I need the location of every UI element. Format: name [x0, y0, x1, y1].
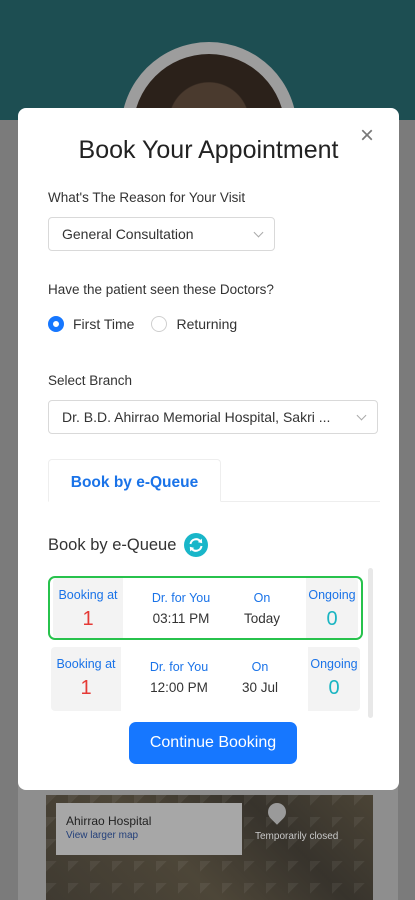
chevron-down-icon — [356, 410, 367, 421]
doctor-time-cell: Dr. for You 12:00 PM — [140, 647, 218, 711]
radio-first-time-label: First Time — [73, 316, 135, 332]
on-day-cell: On Today — [232, 578, 292, 638]
ongoing-number: 0 — [326, 608, 338, 630]
patient-seen-radio-group: First Time Returning — [48, 316, 254, 332]
booking-number: 1 — [80, 677, 92, 699]
booking-at-cell: Booking at 1 — [53, 578, 123, 638]
radio-returning[interactable]: Returning — [151, 316, 237, 332]
booking-at-cell: Booking at 1 — [51, 647, 121, 711]
doctor-time: 03:11 PM — [152, 611, 210, 626]
branch-value: Dr. B.D. Ahirrao Memorial Hospital, Sakr… — [62, 409, 331, 425]
on-day-value: Today — [243, 611, 281, 626]
chevron-down-icon — [253, 227, 264, 238]
booking-tabs: Book by e-Queue — [48, 459, 380, 502]
branch-select[interactable]: Dr. B.D. Ahirrao Memorial Hospital, Sakr… — [48, 400, 378, 434]
ongoing-cell: Ongoing 0 — [308, 647, 360, 711]
visit-reason-value: General Consultation — [62, 226, 194, 242]
radio-unchecked-icon — [151, 316, 168, 332]
on-day-cell: On 30 Jul — [230, 647, 290, 711]
book-appointment-modal: × Book Your Appointment What's The Reaso… — [18, 108, 399, 790]
equeue-slot[interactable]: Booking at 1 Dr. for You 03:11 PM On Tod… — [48, 576, 363, 640]
map-title: Ahirrao Hospital — [66, 814, 152, 828]
modal-title: Book Your Appointment — [78, 136, 339, 164]
slots-scrollbar[interactable] — [368, 568, 373, 718]
booking-at-label: Booking at — [56, 657, 116, 671]
ongoing-cell: Ongoing 0 — [306, 578, 358, 638]
booking-number: 1 — [82, 608, 94, 630]
doctor-time-cell: Dr. for You 03:11 PM — [142, 578, 220, 638]
ongoing-label: Ongoing — [308, 588, 356, 602]
radio-first-time[interactable]: First Time — [48, 316, 134, 332]
visit-reason-select[interactable]: General Consultation — [48, 217, 275, 251]
booking-at-label: Booking at — [58, 588, 118, 602]
ongoing-label: Ongoing — [310, 657, 358, 671]
ongoing-number: 0 — [328, 677, 340, 699]
equeue-title-text: Book by e-Queue — [48, 535, 177, 554]
on-label: On — [253, 591, 271, 605]
branch-label: Select Branch — [48, 373, 133, 388]
equeue-section-title: Book by e-Queue — [48, 533, 209, 557]
map-pin-label: Temporarily closed — [255, 831, 339, 842]
on-day-value: 30 Jul — [241, 680, 279, 695]
refresh-icon[interactable] — [184, 533, 209, 557]
view-larger-map-link[interactable]: View larger map — [66, 830, 232, 841]
doctor-for-you-label: Dr. for You — [151, 591, 211, 605]
doctor-for-you-label: Dr. for You — [149, 660, 209, 674]
radio-checked-icon — [48, 316, 64, 332]
doctor-time: 12:00 PM — [150, 680, 208, 695]
radio-returning-label: Returning — [176, 316, 238, 332]
patient-seen-label: Have the patient seen these Doctors? — [48, 282, 274, 297]
equeue-slot[interactable]: Booking at 1 Dr. for You 12:00 PM On 30 … — [48, 647, 363, 711]
on-label: On — [251, 660, 269, 674]
tab-book-by-equeue[interactable]: Book by e-Queue — [48, 459, 221, 502]
continue-booking-button[interactable]: Continue Booking — [129, 722, 297, 764]
visit-reason-label: What's The Reason for Your Visit — [48, 190, 246, 205]
map-info-card: Ahirrao Hospital View larger map — [56, 803, 242, 855]
